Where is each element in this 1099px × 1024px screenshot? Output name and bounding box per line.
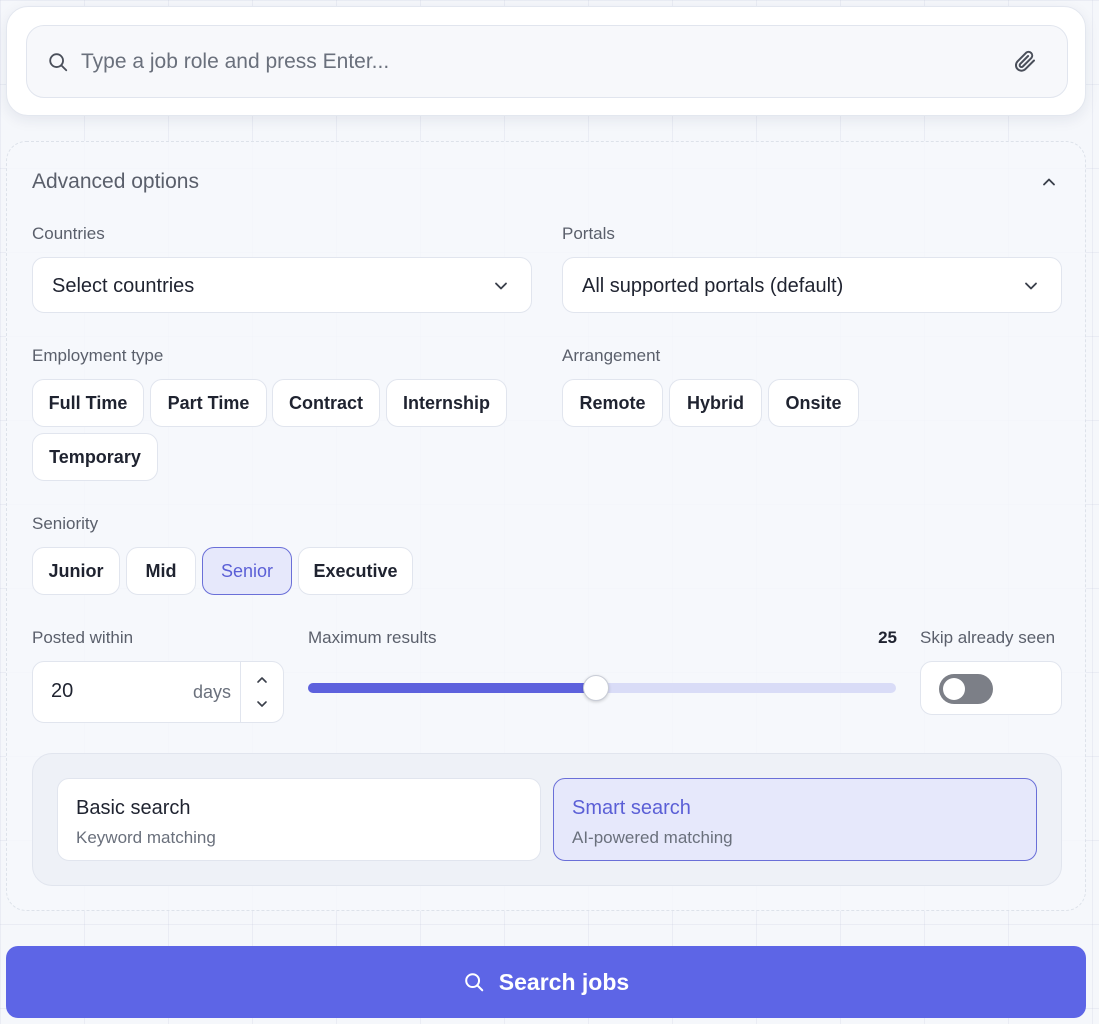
chevron-up-icon[interactable] [1039, 172, 1059, 192]
stepper-divider [240, 662, 241, 722]
advanced-options-title: Advanced options [32, 170, 199, 193]
chip-contract[interactable]: Contract [272, 379, 380, 427]
slider-fill [308, 683, 596, 693]
search-card [6, 6, 1086, 116]
search-mode-panel: Basic search Keyword matching Smart sear… [32, 753, 1062, 886]
chip-full-time[interactable]: Full Time [32, 379, 144, 427]
chevron-up-icon[interactable] [254, 672, 270, 688]
chevron-down-icon[interactable] [254, 696, 270, 712]
chip-part-time[interactable]: Part Time [150, 379, 267, 427]
employment-type-label: Employment type [32, 346, 164, 365]
chip-remote[interactable]: Remote [562, 379, 663, 427]
search-icon [464, 973, 484, 992]
countries-select-value: Select countries [52, 275, 195, 297]
toggle-knob [943, 678, 965, 700]
max-results-value: 25 [878, 628, 897, 647]
portals-select[interactable]: All supported portals (default) [562, 257, 1062, 313]
smart-search-title: Smart search [572, 797, 691, 819]
seniority-label: Seniority [32, 514, 99, 533]
skip-seen-container [920, 661, 1062, 715]
arrangement-label: Arrangement [562, 346, 661, 365]
chip-onsite[interactable]: Onsite [768, 379, 859, 427]
countries-label: Countries [32, 224, 105, 243]
smart-search-option[interactable]: Smart search AI-powered matching [553, 778, 1037, 861]
chip-executive[interactable]: Executive [298, 547, 413, 595]
search-icon [49, 53, 68, 72]
search-jobs-button[interactable]: Search jobs [6, 946, 1086, 1018]
basic-search-title: Basic search [76, 797, 191, 819]
posted-within-label: Posted within [32, 628, 134, 647]
search-jobs-label: Search jobs [498, 968, 630, 995]
chip-junior[interactable]: Junior [32, 547, 120, 595]
chip-senior[interactable]: Senior [202, 547, 292, 595]
chevron-down-icon [495, 282, 507, 290]
skip-seen-toggle[interactable] [939, 674, 993, 704]
search-box [26, 25, 1068, 98]
chip-temporary[interactable]: Temporary [32, 433, 158, 481]
smart-search-subtitle: AI-powered matching [572, 828, 733, 847]
skip-seen-label: Skip already seen [920, 628, 1056, 647]
paperclip-icon[interactable] [1013, 49, 1037, 73]
basic-search-option[interactable]: Basic search Keyword matching [57, 778, 541, 861]
basic-search-subtitle: Keyword matching [76, 828, 216, 847]
chip-mid[interactable]: Mid [126, 547, 196, 595]
chip-hybrid[interactable]: Hybrid [669, 379, 762, 427]
max-results-label: Maximum results [308, 628, 437, 647]
posted-within-value[interactable]: 20 [51, 680, 73, 703]
advanced-options-panel: Advanced options Countries Select countr… [6, 141, 1086, 911]
portals-label: Portals [562, 224, 615, 243]
slider-thumb[interactable] [583, 675, 609, 701]
chip-internship[interactable]: Internship [386, 379, 507, 427]
posted-within-unit: days [193, 682, 232, 702]
job-role-input[interactable] [81, 44, 981, 80]
max-results-slider[interactable] [308, 675, 896, 701]
chevron-down-icon [1025, 282, 1037, 290]
countries-select[interactable]: Select countries [32, 257, 532, 313]
posted-within-stepper: 20 days [32, 661, 284, 723]
portals-select-value: All supported portals (default) [582, 275, 844, 297]
